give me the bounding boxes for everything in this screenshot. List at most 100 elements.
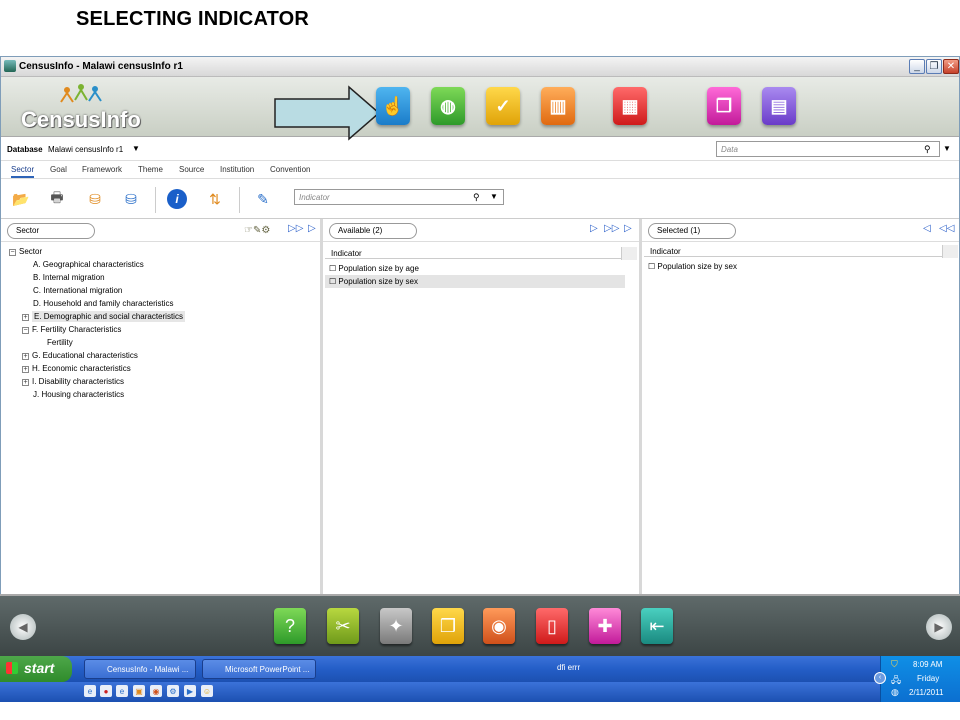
selected-pill[interactable]: Selected (1) [648,223,736,239]
quicklaunch-app-icon[interactable]: ● [100,685,112,697]
tree-item[interactable]: + E. Demographic and social characteristi… [9,310,185,323]
database-dropdown-icon[interactable]: ▼ [132,144,140,153]
open-folder-icon[interactable]: 📂 [9,187,33,211]
tree-item[interactable]: − F. Fertility Characteristics [9,323,185,336]
print-icon[interactable]: 🖶 [45,187,69,211]
tree-item[interactable]: B. Internal migration [9,271,185,284]
available-column-header: Indicator [325,247,621,259]
tree-item[interactable]: J. Housing characteristics [9,388,185,401]
report-document-app-icon[interactable]: ▤ [762,87,796,125]
tray-expand-icon[interactable]: ‹ [874,672,886,684]
database-select[interactable]: Malawi censusInfo r1 [48,145,123,154]
tree-item[interactable]: + G. Educational characteristics [9,349,185,362]
taskbar-item-powerpoint[interactable]: Microsoft PowerPoint ... [202,659,316,679]
edit-note-icon[interactable]: ✎ [251,187,275,211]
info-icon[interactable]: i [167,189,187,209]
exit-icon[interactable]: ⇤ [641,608,673,644]
tree-item[interactable]: − Sector [9,245,185,258]
tree-item[interactable]: Fertility [9,336,185,349]
quicklaunch-ie-icon[interactable]: e [84,685,96,697]
database-export-icon[interactable]: ⛁ [83,187,107,211]
expand-toggle-icon[interactable]: + [22,366,29,373]
move-left-icon[interactable]: ◁ [923,223,931,234]
toolbar: 📂 🖶 ⛁ ⛁ i ⇅ ✎ Indicator ⚲ ▼ [1,181,959,219]
quicklaunch-messenger-icon[interactable]: ☺ [201,685,213,697]
table-grid-app-icon[interactable]: ▦ [613,87,647,125]
data-dropdown-icon[interactable]: ▼ [943,144,951,153]
taskbar-item-censusinfo[interactable]: CensusInfo - Malawi ... [84,659,196,679]
tab-theme[interactable]: Theme [138,165,163,174]
expand-toggle-icon[interactable]: + [22,353,29,360]
tree-tools-icon[interactable]: ☞✎⚙ [244,225,270,236]
pages-icon[interactable]: ▯ [536,608,568,644]
tree-item[interactable]: D. Household and family characteristics [9,297,185,310]
dock-prev-icon[interactable]: ◀ [10,614,36,640]
quicklaunch-firefox-icon[interactable]: ◉ [150,685,162,697]
select-timeperiod-check-icon[interactable]: ✓ [486,87,520,125]
expand-icon[interactable]: ▷ [308,223,316,234]
window-title: CensusInfo - Malawi censusInfo r1 [19,61,183,72]
tab-convention[interactable]: Convention [270,165,310,174]
data-search-input[interactable]: Data [716,141,940,157]
wizard-wand-icon[interactable]: ✦ [380,608,412,644]
tools-icon[interactable]: ✂ [327,608,359,644]
clock-date: 2/11/2011 [909,688,944,697]
tab-sector[interactable]: Sector [11,165,35,178]
book-icon[interactable]: ❒ [432,608,464,644]
clock-day: Friday [917,674,940,683]
sort-icon[interactable]: ⇅ [203,187,227,211]
help-icon[interactable]: ? [274,608,306,644]
sector-pill[interactable]: Sector [7,223,95,239]
move-all-right-icon[interactable]: ▷▷ [604,223,619,234]
quick-launch-bar [0,682,880,702]
expand-toggle-icon[interactable]: + [22,314,29,321]
tree-item[interactable]: C. International migration [9,284,185,297]
tree-item[interactable]: + I. Disability characteristics [9,375,185,388]
quicklaunch-browser-icon[interactable]: e [116,685,128,697]
app-banner: CensusInfo ☝ ◍ ✓ ▥ ▦ ❐ ▤ [1,77,959,141]
select-area-globe-icon[interactable]: ◍ [431,87,465,125]
bar-chart-app-icon[interactable]: ▥ [541,87,575,125]
puzzle-icon[interactable]: ✚ [589,608,621,644]
quicklaunch-settings-icon[interactable]: ⚙ [167,685,179,697]
move-right-icon[interactable]: ▷ [590,223,598,234]
next-icon[interactable]: ▷ [624,223,632,234]
minimize-button[interactable]: _ [909,59,925,74]
list-item[interactable]: ☐ Population size by sex [644,260,944,273]
title-bar: CensusInfo - Malawi censusInfo r1 _ ❐ ✕ [1,57,959,77]
pointer-arrow-icon [274,85,381,141]
collapse-toggle-icon[interactable]: − [22,327,29,334]
volume-icon[interactable]: ◍ [891,687,899,698]
expand-toggle-icon[interactable]: + [22,379,29,386]
quicklaunch-media-icon[interactable]: ▶ [184,685,196,697]
toolbar-divider-2 [239,187,240,213]
gallery-app-icon[interactable]: ❐ [707,87,741,125]
tab-source[interactable]: Source [179,165,204,174]
indicator-dropdown-icon[interactable]: ▼ [490,192,498,201]
video-icon[interactable]: ◉ [483,608,515,644]
move-all-left-icon[interactable]: ◁◁ [939,223,954,234]
select-indicator-app-icon[interactable]: ☝ [376,87,410,125]
restore-button[interactable]: ❐ [926,59,942,74]
indicator-search-icon: ⚲ [473,192,480,202]
logo-figures-icon [60,84,102,103]
security-shield-icon[interactable]: ⛉ [891,659,898,670]
tab-framework[interactable]: Framework [82,165,122,174]
database-icon[interactable]: ⛁ [119,187,143,211]
tab-institution[interactable]: Institution [220,165,254,174]
available-pill[interactable]: Available (2) [329,223,417,239]
pane-splitter[interactable] [639,219,642,639]
tree-item[interactable]: + H. Economic characteristics [9,362,185,375]
collapse-toggle-icon[interactable]: − [9,249,16,256]
pane-splitter[interactable] [320,219,323,639]
dock-next-icon[interactable]: ▶ [926,614,952,640]
tree-item[interactable]: A. Geographical characteristics [9,258,185,271]
quicklaunch-folder-icon[interactable]: ▣ [133,685,145,697]
start-button[interactable]: start [0,656,72,682]
list-item[interactable]: ☐ Population size by sex [325,275,625,288]
close-button[interactable]: ✕ [943,59,959,74]
list-item[interactable]: ☐ Population size by age [325,262,625,275]
tab-goal[interactable]: Goal [50,165,67,174]
expand-all-icon[interactable]: ▷▷ [288,223,303,234]
slide-title: SELECTING INDICATOR [76,8,310,30]
